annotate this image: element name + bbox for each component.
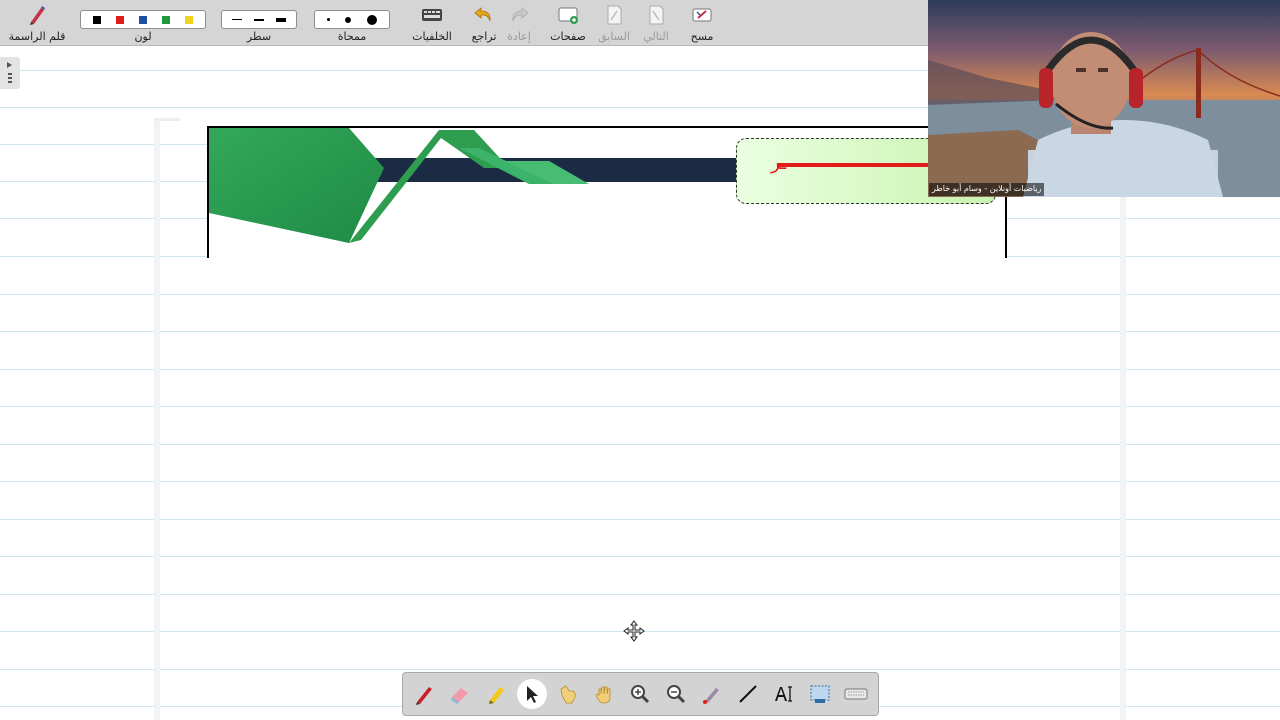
color-swatch-black[interactable] [92,15,101,24]
next-page-button[interactable]: التالي [636,0,676,46]
keyboard-icon [844,688,868,700]
line-width-options [221,10,297,29]
clear-label: مسح [690,30,714,43]
backgrounds-label: الخلفيات [412,30,452,43]
eraser-tool[interactable] [445,679,475,709]
eraser-size-group: ممحاة [314,0,390,46]
clear-icon [692,8,712,22]
red-pen-tool[interactable] [409,679,439,709]
redo-button[interactable]: إعادة [502,0,536,46]
ruled-line [0,481,1280,482]
text-tool[interactable] [769,679,799,709]
page-margin-right [1120,197,1126,720]
top-toolbar: قلم الراسمة لون سطر ممحاة الخلفيات تراجع… [0,0,928,46]
eraser-label: ممحاة [337,30,367,43]
line-icon [739,685,757,703]
keyboard-tool[interactable] [841,679,871,709]
ruled-line [0,331,1280,332]
undo-label: تراجع [471,30,497,43]
ruled-line [0,294,1280,295]
pen-icon [30,6,45,25]
pan-tool[interactable] [589,679,619,709]
whiteboard-page[interactable]: ـر قلم الراسمة لون سطر ممحاة الخلفيات تر… [0,0,1280,720]
line-width-group: سطر [221,0,297,46]
color-swatch-blue[interactable] [138,15,147,24]
highlighter-icon [489,687,504,704]
slide-title-fragment: ـر [771,153,787,174]
color-label: لون [134,30,152,43]
ruled-line [0,519,1280,520]
ruled-line [0,369,1280,370]
highlighter-tool[interactable] [481,679,511,709]
eraser-icon [451,688,468,704]
previous-page-button[interactable]: السابق [594,0,634,46]
ruled-line [0,594,1280,595]
color-swatch-red[interactable] [115,15,124,24]
page-margin-left [154,118,160,720]
text-icon [775,686,792,702]
ruled-line [0,444,1280,445]
color-swatches [80,10,206,29]
red-pen-icon [416,687,432,705]
hand-icon [595,686,611,704]
eraser-medium[interactable] [345,16,352,23]
zoom-in-tool[interactable] [625,679,655,709]
pen-label: قلم الراسمة [8,30,66,43]
previous-page-icon [607,5,622,25]
laser-tool[interactable] [697,679,727,709]
line-label: سطر [246,30,272,43]
zoom-in-icon [631,685,650,704]
pen-button[interactable]: قلم الراسمة [4,0,70,46]
expand-panel-icon [7,62,12,83]
undo-button[interactable]: تراجع [466,0,502,46]
eraser-large[interactable] [367,14,378,25]
eraser-small[interactable] [326,18,330,21]
pointing-hand-icon [560,685,576,704]
line-thin[interactable] [232,19,242,20]
laser-pen-icon [703,688,719,704]
backgrounds-button[interactable]: الخلفيات [404,0,460,46]
zoom-out-tool[interactable] [661,679,691,709]
eraser-size-options [314,10,390,29]
next-page-icon [649,5,664,25]
webcam-scene [928,32,1280,197]
color-swatch-green[interactable] [162,15,171,24]
undo-icon [474,7,491,22]
pointer-tool[interactable] [553,679,583,709]
redo-label: إعادة [507,30,531,43]
ruled-line [0,406,1280,407]
pages-button[interactable]: صفحات [546,0,590,46]
screen-capture-icon [810,685,830,703]
webcam-video [928,0,1280,197]
next-label: التالي [643,30,669,43]
line-thick[interactable] [276,17,286,22]
arrow-cursor-icon [527,686,538,703]
color-swatch-yellow[interactable] [185,15,194,24]
page-corner [154,118,180,121]
select-tool[interactable] [517,679,547,709]
ruled-line [0,556,1280,557]
pages-label: صفحات [550,30,586,43]
line-tool[interactable] [733,679,763,709]
bottom-toolbar [402,672,879,716]
add-page-icon [558,7,578,24]
webcam-caption: رياضيات أونلاين - وسام أبو خاطر [929,183,1045,196]
side-panel-toggle[interactable] [0,57,20,89]
move-cursor-icon [623,620,645,642]
clear-button[interactable]: مسح [684,0,720,46]
zoom-out-icon [667,685,686,704]
keyboard-icon [422,9,442,21]
line-medium[interactable] [254,18,264,21]
color-group: لون [80,0,206,46]
previous-label: السابق [598,30,630,43]
screen-capture-tool[interactable] [805,679,835,709]
ruled-line [0,669,1280,670]
redo-icon [512,7,529,22]
